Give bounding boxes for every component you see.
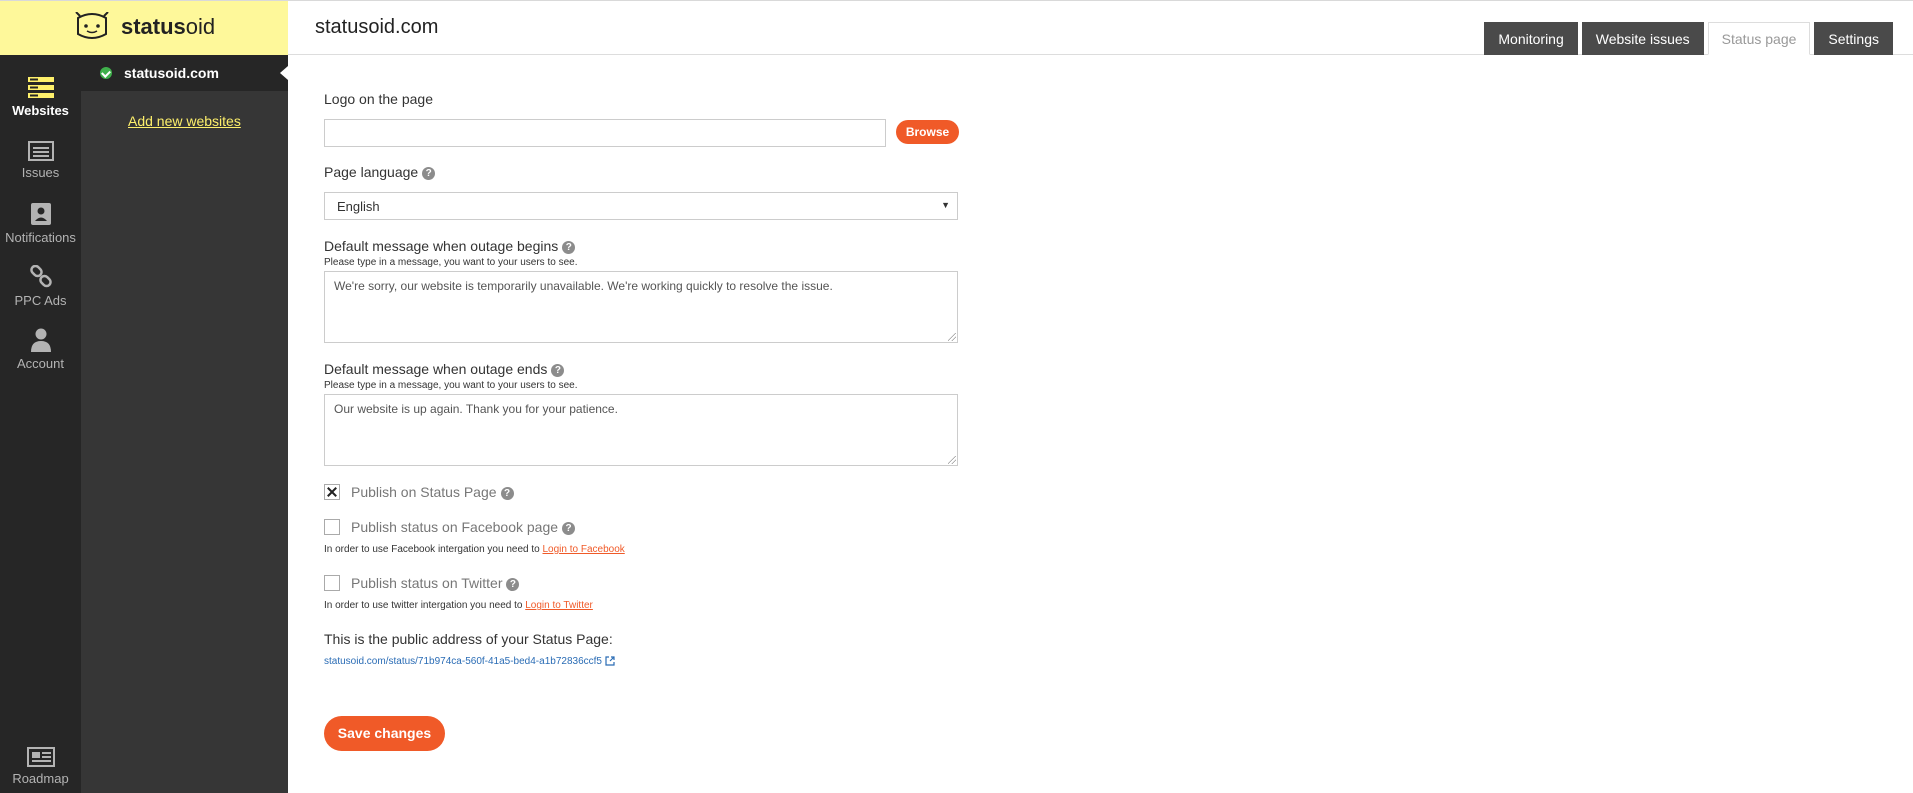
login-facebook-link[interactable]: Login to Facebook bbox=[542, 544, 624, 555]
nav-item-websites[interactable]: Websites bbox=[0, 77, 81, 118]
roadmap-icon bbox=[26, 747, 55, 767]
public-url-link[interactable]: statusoid.com/status/71b974ca-560f-41a5-… bbox=[324, 656, 615, 667]
outage-ends-hint: Please type in a message, you want to yo… bbox=[324, 380, 578, 391]
tab-settings[interactable]: Settings bbox=[1814, 22, 1893, 55]
chevron-down-icon: ▼ bbox=[941, 200, 950, 210]
help-icon[interactable]: ? bbox=[551, 363, 565, 377]
outage-ends-text: Our website is up again. Thank you for y… bbox=[334, 402, 618, 416]
nav-label-ppc-ads: PPC Ads bbox=[14, 293, 67, 308]
nav-label-notifications: Notifications bbox=[5, 230, 76, 245]
website-name: statusoid.com bbox=[124, 65, 219, 81]
publish-twitter-checkbox[interactable] bbox=[324, 575, 340, 591]
outage-ends-label: Default message when outage ends? bbox=[324, 361, 565, 377]
nav-label-roadmap: Roadmap bbox=[12, 771, 69, 786]
nav-label-account: Account bbox=[17, 356, 64, 371]
page-header: statusoid.com Monitoring Website issues … bbox=[288, 0, 1913, 55]
tab-monitoring[interactable]: Monitoring bbox=[1484, 22, 1578, 55]
outage-begins-hint: Please type in a message, you want to yo… bbox=[324, 257, 578, 268]
help-icon[interactable]: ? bbox=[506, 577, 520, 591]
websites-icon bbox=[27, 77, 54, 98]
websites-panel: statusoid.com Add new websites bbox=[81, 55, 288, 793]
help-icon[interactable]: ? bbox=[562, 240, 576, 254]
nav-item-roadmap[interactable]: Roadmap bbox=[0, 747, 81, 786]
tab-bar: Monitoring Website issues Status page Se… bbox=[1484, 22, 1893, 55]
nav-label-websites: Websites bbox=[12, 103, 69, 118]
outage-ends-textarea[interactable]: Our website is up again. Thank you for y… bbox=[324, 394, 958, 466]
publish-status-page-checkbox[interactable] bbox=[324, 484, 340, 500]
publish-status-page-label: Publish on Status Page? bbox=[351, 484, 514, 500]
resize-grip-icon[interactable] bbox=[948, 456, 956, 464]
brand-name: statusoid bbox=[121, 14, 216, 39]
nav-item-notifications[interactable]: Notifications bbox=[0, 202, 81, 245]
browse-button[interactable]: Browse bbox=[896, 120, 959, 144]
public-address-label: This is the public address of your Statu… bbox=[324, 631, 613, 647]
publish-twitter-label: Publish status on Twitter? bbox=[351, 575, 520, 591]
user-icon bbox=[30, 328, 51, 352]
nav-item-issues[interactable]: Issues bbox=[0, 141, 81, 180]
page-title: statusoid.com bbox=[315, 16, 439, 38]
logo-face-icon bbox=[75, 12, 109, 39]
tab-status-page[interactable]: Status page bbox=[1707, 22, 1811, 55]
brand-logo[interactable]: statusoid bbox=[0, 0, 288, 55]
outage-begins-textarea[interactable]: We're sorry, our website is temporarily … bbox=[324, 271, 958, 343]
resize-grip-icon[interactable] bbox=[948, 333, 956, 341]
publish-facebook-checkbox[interactable] bbox=[324, 519, 340, 535]
nav-label-issues: Issues bbox=[21, 165, 60, 180]
save-changes-button[interactable]: Save changes bbox=[324, 716, 445, 751]
help-icon[interactable]: ? bbox=[500, 486, 514, 500]
notifications-icon bbox=[30, 203, 51, 225]
outage-begins-text: We're sorry, our website is temporarily … bbox=[334, 279, 833, 293]
facebook-note: In order to use Facebook intergation you… bbox=[324, 544, 625, 555]
login-twitter-link[interactable]: Login to Twitter bbox=[525, 600, 593, 611]
issues-icon bbox=[27, 141, 54, 161]
external-link-icon bbox=[605, 656, 615, 666]
tab-website-issues[interactable]: Website issues bbox=[1581, 22, 1704, 55]
publish-facebook-label: Publish status on Facebook page? bbox=[351, 519, 576, 535]
help-icon[interactable]: ? bbox=[422, 166, 436, 180]
selected-pointer bbox=[280, 66, 288, 80]
website-item-statusoid[interactable]: statusoid.com bbox=[81, 55, 288, 91]
page-language-value: English bbox=[337, 199, 380, 214]
page-language-select[interactable]: English ▼ bbox=[324, 192, 958, 220]
logo-file-input[interactable] bbox=[324, 119, 886, 147]
add-new-websites-link[interactable]: Add new websites bbox=[128, 113, 241, 129]
help-icon[interactable]: ? bbox=[562, 521, 576, 535]
status-ok-icon bbox=[100, 67, 112, 79]
top-border bbox=[0, 0, 1913, 1]
main-nav: Websites Issues Notifications PPC Ads Ac… bbox=[0, 55, 81, 793]
nav-item-account[interactable]: Account bbox=[0, 328, 81, 371]
nav-item-ppc-ads[interactable]: PPC Ads bbox=[0, 265, 81, 308]
link-icon bbox=[29, 265, 52, 288]
logo-label: Logo on the page bbox=[324, 91, 433, 107]
page-language-label: Page language? bbox=[324, 164, 436, 180]
outage-begins-label: Default message when outage begins? bbox=[324, 238, 576, 254]
twitter-note: In order to use twitter intergation you … bbox=[324, 600, 593, 611]
